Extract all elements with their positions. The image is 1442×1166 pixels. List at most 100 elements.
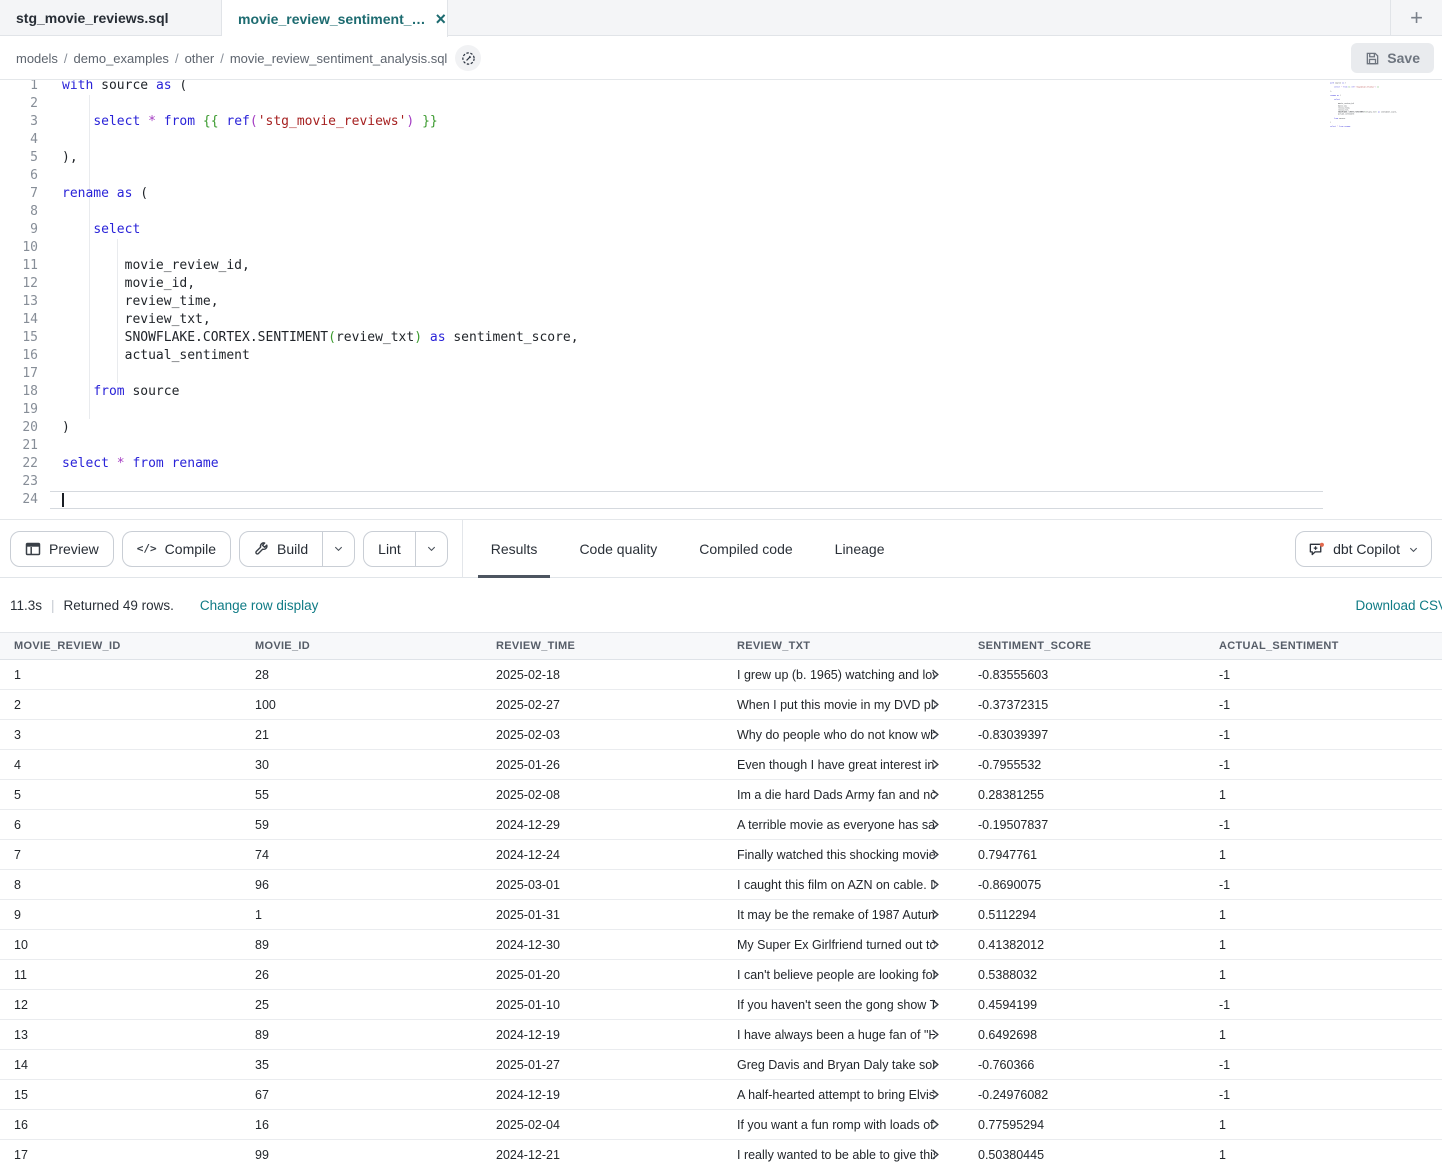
line-number: 22 bbox=[0, 455, 38, 473]
compile-button[interactable]: </> Compile bbox=[122, 531, 231, 567]
expand-cell-icon[interactable] bbox=[929, 818, 942, 831]
cell-movie_id: 21 bbox=[241, 720, 482, 749]
cell-movie_id: 74 bbox=[241, 840, 482, 869]
wrench-icon bbox=[254, 541, 269, 556]
expand-cell-icon[interactable] bbox=[929, 698, 942, 711]
cell-sentiment_score: -0.7955532 bbox=[964, 750, 1205, 779]
cell-review_time: 2025-02-03 bbox=[482, 720, 723, 749]
expand-cell-icon[interactable] bbox=[929, 1058, 942, 1071]
dbt-copilot-button[interactable]: dbt Copilot bbox=[1295, 531, 1432, 567]
cell-sentiment_score: -0.83039397 bbox=[964, 720, 1205, 749]
expand-cell-icon[interactable] bbox=[929, 848, 942, 861]
cell-review_time: 2025-01-31 bbox=[482, 900, 723, 929]
build-button[interactable]: Build bbox=[240, 531, 322, 567]
new-tab-button[interactable]: + bbox=[1390, 0, 1442, 36]
review-text: Finally watched this shocking movie la… bbox=[737, 848, 935, 862]
tab-lineage[interactable]: Lineage bbox=[835, 520, 885, 578]
cell-review_txt: Why do people who do not know what… bbox=[723, 720, 964, 749]
column-header-review_time: REVIEW_TIME bbox=[482, 633, 723, 659]
cell-review_txt: I have always been a huge fan of "Hom… bbox=[723, 1020, 964, 1049]
close-icon[interactable]: × bbox=[436, 11, 447, 27]
cell-movie_review_id: 10 bbox=[0, 930, 241, 959]
table-row: 8962025-03-01I caught this film on AZN o… bbox=[0, 870, 1442, 900]
sql-code-editor[interactable]: 123456789101112131415161718192021222324 … bbox=[0, 80, 1442, 520]
cell-movie_review_id: 9 bbox=[0, 900, 241, 929]
expand-cell-icon[interactable] bbox=[929, 878, 942, 891]
save-button[interactable]: Save bbox=[1351, 43, 1434, 73]
tab-label: movie_review_sentiment_… bbox=[238, 11, 426, 27]
expand-cell-icon[interactable] bbox=[929, 1088, 942, 1101]
table-row: 5552025-02-08Im a die hard Dads Army fan… bbox=[0, 780, 1442, 810]
cell-movie_review_id: 13 bbox=[0, 1020, 241, 1049]
tab-code-quality[interactable]: Code quality bbox=[579, 520, 657, 578]
expand-cell-icon[interactable] bbox=[929, 1118, 942, 1131]
cell-review_time: 2025-03-01 bbox=[482, 870, 723, 899]
expand-cell-icon[interactable] bbox=[929, 1028, 942, 1041]
cell-movie_review_id: 8 bbox=[0, 870, 241, 899]
editor-tab-0[interactable]: stg_movie_reviews.sql bbox=[0, 0, 222, 36]
lint-split-button: Lint bbox=[363, 531, 448, 567]
line-number: 14 bbox=[0, 311, 38, 329]
expand-cell-icon[interactable] bbox=[929, 908, 942, 921]
expand-cell-icon[interactable] bbox=[929, 1148, 942, 1161]
line-number: 24 bbox=[0, 491, 38, 509]
lint-dropdown-button[interactable] bbox=[415, 531, 447, 567]
row-count-message: Returned 49 rows. bbox=[64, 598, 174, 613]
compile-button-label: Compile bbox=[165, 541, 216, 557]
cell-review_time: 2024-12-24 bbox=[482, 840, 723, 869]
editor-line: select bbox=[62, 221, 140, 239]
breadcrumb: models/demo_examples/other/movie_review_… bbox=[16, 36, 481, 80]
cell-movie_review_id: 11 bbox=[0, 960, 241, 989]
editor-minimap[interactable]: with source as ( select * from {{ ref('s… bbox=[1330, 82, 1438, 148]
cell-sentiment_score: -0.19507837 bbox=[964, 810, 1205, 839]
expand-cell-icon[interactable] bbox=[929, 968, 942, 981]
editor-tab-1[interactable]: movie_review_sentiment_… × bbox=[222, 0, 448, 37]
cell-movie_review_id: 2 bbox=[0, 690, 241, 719]
editor-line: select * from rename bbox=[62, 455, 219, 473]
breadcrumb-separator: / bbox=[64, 51, 68, 66]
cell-movie_review_id: 4 bbox=[0, 750, 241, 779]
cell-review_time: 2025-02-18 bbox=[482, 660, 723, 689]
expand-cell-icon[interactable] bbox=[929, 938, 942, 951]
expand-cell-icon[interactable] bbox=[929, 758, 942, 771]
review-text: Why do people who do not know what… bbox=[737, 728, 935, 742]
editor-line: review_txt, bbox=[62, 311, 211, 329]
build-dropdown-button[interactable] bbox=[322, 531, 354, 567]
expand-cell-icon[interactable] bbox=[929, 998, 942, 1011]
chevron-down-icon bbox=[1408, 544, 1419, 555]
line-number: 21 bbox=[0, 437, 38, 455]
column-header-movie_id: MOVIE_ID bbox=[241, 633, 482, 659]
editor-line: rename as ( bbox=[62, 185, 148, 203]
lint-button[interactable]: Lint bbox=[364, 531, 415, 567]
table-row: 7742024-12-24Finally watched this shocki… bbox=[0, 840, 1442, 870]
tab-results[interactable]: Results bbox=[491, 520, 538, 578]
code-icon: </> bbox=[137, 542, 157, 555]
text-cursor bbox=[62, 493, 64, 507]
minimap-content: with source as ( select * from {{ ref('s… bbox=[1330, 82, 1434, 132]
review-text: Even though I have great interest in Bi… bbox=[737, 758, 935, 772]
cell-movie_review_id: 17 bbox=[0, 1140, 241, 1166]
review-text: I grew up (b. 1965) watching and lovin… bbox=[737, 668, 935, 682]
cell-review_time: 2025-02-27 bbox=[482, 690, 723, 719]
line-number: 1 bbox=[0, 80, 38, 95]
preview-button-label: Preview bbox=[49, 541, 99, 557]
tab-compiled-code[interactable]: Compiled code bbox=[699, 520, 792, 578]
edit-file-badge[interactable] bbox=[455, 45, 481, 71]
cell-review_time: 2024-12-19 bbox=[482, 1080, 723, 1109]
change-row-display-link[interactable]: Change row display bbox=[200, 598, 319, 613]
preview-button[interactable]: Preview bbox=[10, 531, 114, 567]
cell-review_txt: My Super Ex Girlfriend turned out to b… bbox=[723, 930, 964, 959]
expand-cell-icon[interactable] bbox=[929, 728, 942, 741]
table-row: 3212025-02-03Why do people who do not kn… bbox=[0, 720, 1442, 750]
cell-movie_id: 89 bbox=[241, 930, 482, 959]
cell-actual_sentiment: 1 bbox=[1205, 900, 1442, 929]
expand-cell-icon[interactable] bbox=[929, 788, 942, 801]
download-csv-link[interactable]: Download CSV bbox=[1355, 578, 1442, 632]
cell-movie_review_id: 6 bbox=[0, 810, 241, 839]
expand-cell-icon[interactable] bbox=[929, 668, 942, 681]
column-header-review_txt: REVIEW_TXT bbox=[723, 633, 964, 659]
cell-sentiment_score: -0.24976082 bbox=[964, 1080, 1205, 1109]
line-number: 8 bbox=[0, 203, 38, 221]
cell-sentiment_score: 0.4594199 bbox=[964, 990, 1205, 1019]
line-number: 19 bbox=[0, 401, 38, 419]
